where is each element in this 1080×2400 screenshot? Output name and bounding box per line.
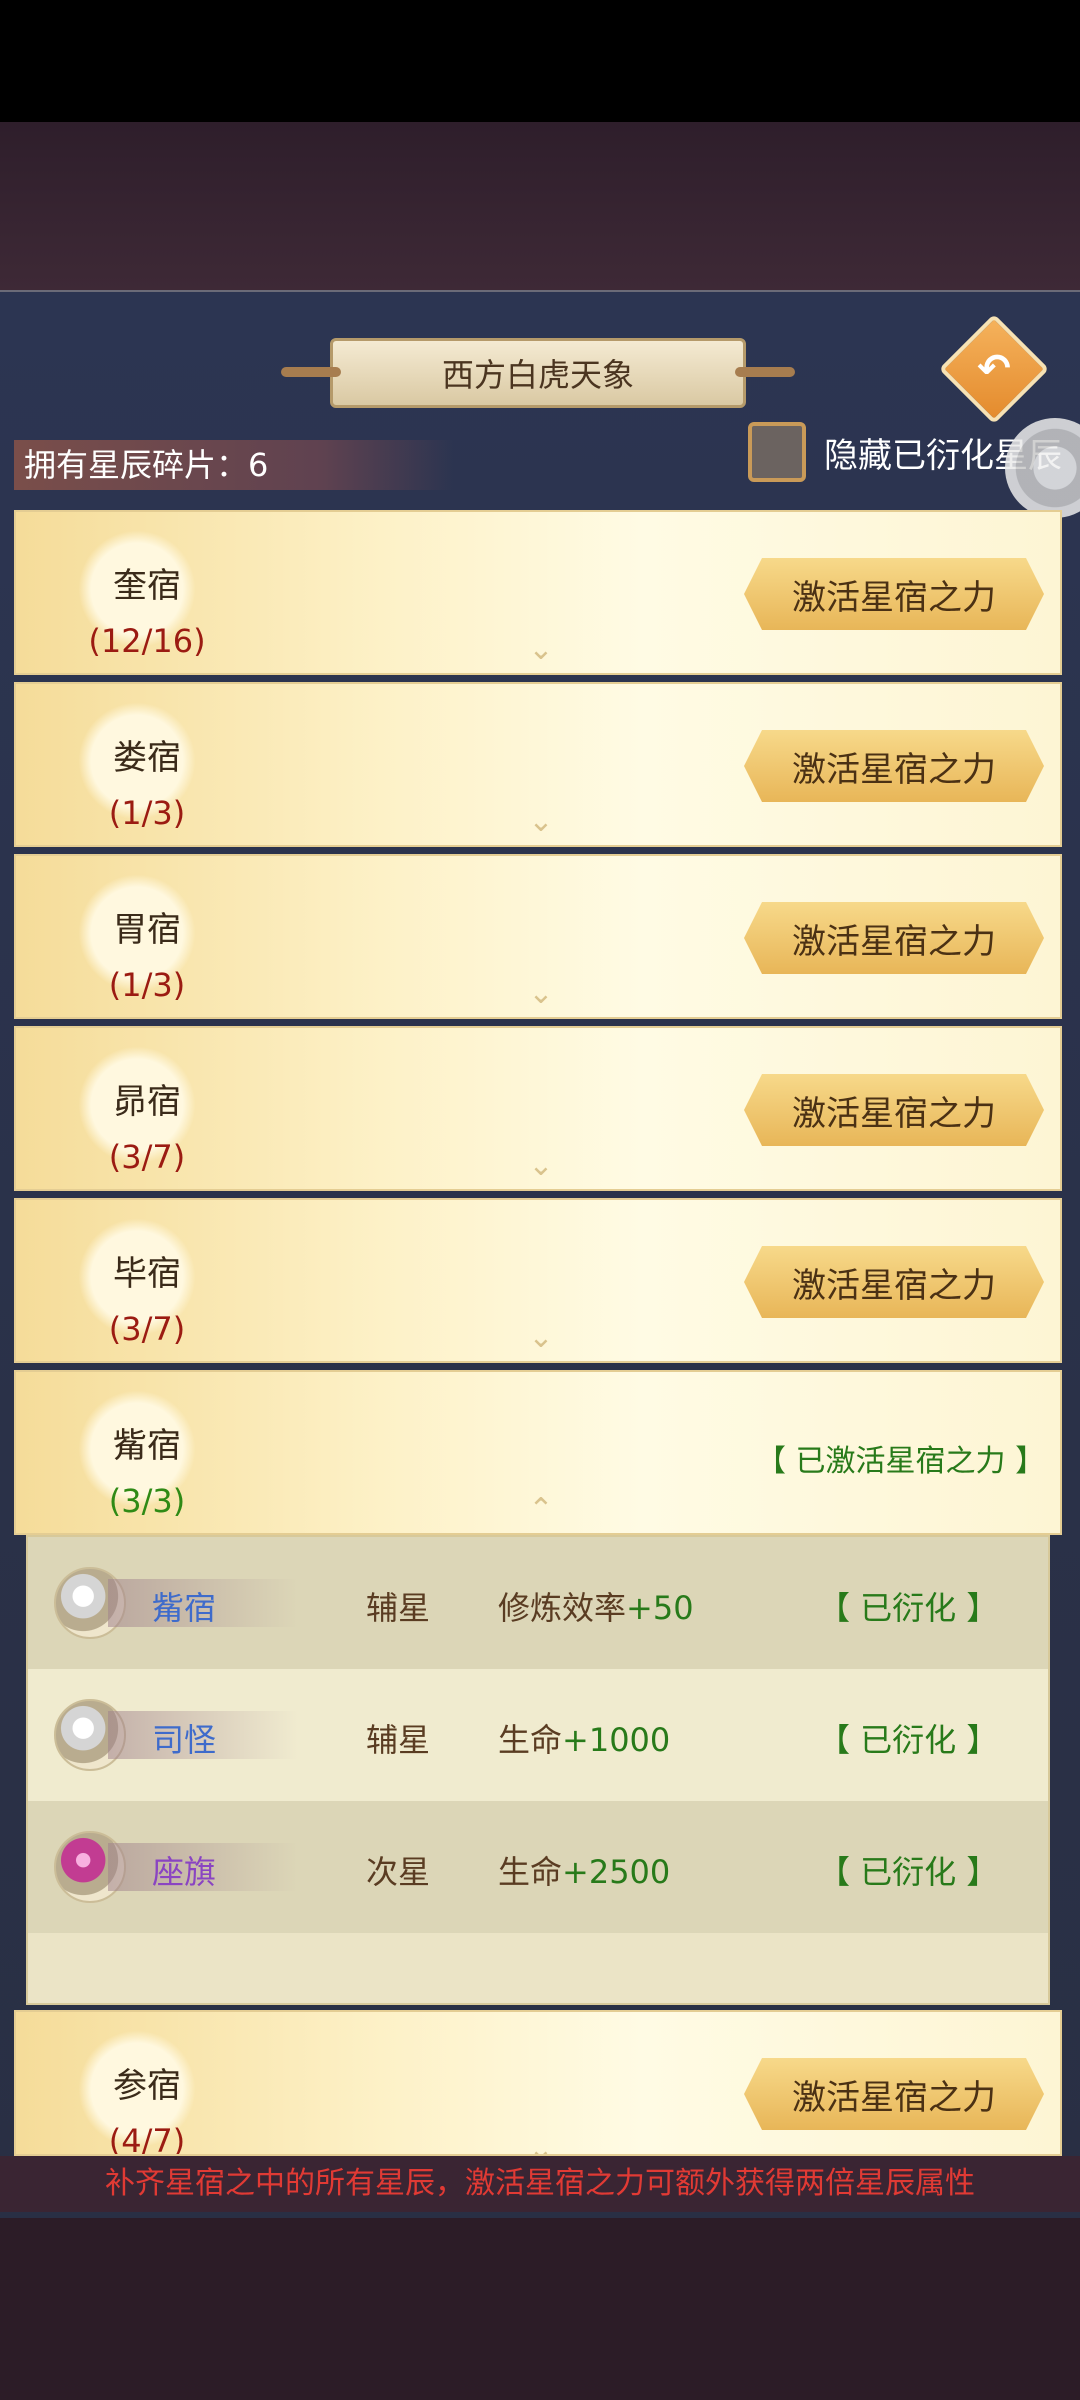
expand-chevron-icon[interactable]: ⌄: [521, 1320, 561, 1355]
star-status: 【 已衍化 】: [818, 1589, 999, 1627]
bottom-background: [0, 2218, 1080, 2400]
shard-count: 拥有星辰碎片：6: [14, 440, 454, 490]
star-name: 觜宿: [152, 1589, 217, 1627]
footer-hint: 补齐星宿之中的所有星辰，激活星宿之力可额外获得两倍星辰属性: [0, 2156, 1080, 2212]
mansion-row-wei[interactable]: 胃宿 (1/3) ⌄ 激活星宿之力: [14, 854, 1062, 1019]
mansion-name: 参宿: [113, 2066, 181, 2106]
mansion-name: 娄宿: [113, 738, 181, 778]
activate-power-button[interactable]: 激活星宿之力: [744, 902, 1044, 974]
activate-power-button[interactable]: 激活星宿之力: [744, 2058, 1044, 2130]
expand-chevron-icon[interactable]: ⌄: [521, 1148, 561, 1183]
star-effect: 修炼效率+50: [498, 1583, 694, 1629]
expand-chevron-icon[interactable]: ⌄: [521, 632, 561, 667]
mansion-row-shen[interactable]: 参宿 (4/7) ⌄ 激活星宿之力: [14, 2010, 1062, 2156]
mansion-row-lou[interactable]: 娄宿 (1/3) ⌄ 激活星宿之力: [14, 682, 1062, 847]
activate-power-button[interactable]: 激活星宿之力: [744, 1074, 1044, 1146]
activate-power-button[interactable]: 激活星宿之力: [744, 558, 1044, 630]
activate-power-button[interactable]: 激活星宿之力: [744, 1246, 1044, 1318]
mansion-row-zi[interactable]: 觜宿 (3/3) ⌃ 【 已激活星宿之力 】: [14, 1370, 1062, 1535]
mansion-progress: (3/7): [108, 1138, 186, 1176]
mansion-row-kui[interactable]: 奎宿 (12/16) ⌄ 激活星宿之力: [14, 510, 1062, 675]
mansion-row-mao[interactable]: 昴宿 (3/7) ⌄ 激活星宿之力: [14, 1026, 1062, 1191]
star-effect-value: +2500: [562, 1853, 671, 1891]
page-title-text: 西方白虎天象: [441, 356, 634, 394]
star-type: 辅星: [366, 1721, 431, 1759]
star-name: 司怪: [152, 1721, 217, 1759]
expand-chevron-icon[interactable]: ⌄: [521, 976, 561, 1011]
mansion-progress: (1/3): [108, 794, 186, 832]
star-effect: 生命+1000: [498, 1715, 670, 1761]
mansion-progress: (1/3): [108, 966, 186, 1004]
star-status: 【 已衍化 】: [818, 1721, 999, 1759]
star-name: 座旗: [152, 1853, 217, 1891]
star-effect-label: 生命: [498, 1853, 563, 1891]
star-type: 次星: [366, 1853, 431, 1891]
back-arrow-icon: ↶: [977, 346, 1011, 392]
page-title: 西方白虎天象: [281, 338, 795, 408]
activated-status: 【 已激活星宿之力 】: [756, 1444, 1046, 1479]
mansion-progress: (4/7): [108, 2122, 186, 2156]
activate-power-button[interactable]: 激活星宿之力: [744, 730, 1044, 802]
star-status: 【 已衍化 】: [818, 1853, 999, 1891]
mansion-name: 毕宿: [113, 1254, 181, 1294]
star-effect-label: 生命: [498, 1721, 563, 1759]
mansion-name: 觜宿: [113, 1426, 181, 1466]
expand-chevron-icon[interactable]: ⌄: [521, 804, 561, 839]
star-list: 觜宿 辅星 修炼效率+50 【 已衍化 】 司怪 辅星 生命+1000 【 已衍…: [26, 1535, 1050, 2005]
mansion-name: 胃宿: [113, 910, 181, 950]
mansion-progress: (3/3): [108, 1482, 186, 1520]
mansion-name: 昴宿: [113, 1082, 181, 1122]
hide-evolved-checkbox[interactable]: [748, 422, 806, 482]
star-effect: 生命+2500: [498, 1847, 670, 1893]
star-effect-label: 修炼效率: [498, 1589, 627, 1627]
star-effect-value: +1000: [562, 1721, 671, 1759]
star-effect-value: +50: [626, 1589, 694, 1627]
mansion-row-bi[interactable]: 毕宿 (3/7) ⌄ 激活星宿之力: [14, 1198, 1062, 1363]
collapse-chevron-icon[interactable]: ⌃: [521, 1492, 561, 1527]
expand-chevron-icon[interactable]: ⌄: [521, 2132, 561, 2154]
star-row: 司怪 辅星 生命+1000 【 已衍化 】: [28, 1669, 1048, 1801]
star-row: 座旗 次星 生命+2500 【 已衍化 】: [28, 1801, 1048, 1933]
mansion-name: 奎宿: [113, 566, 181, 606]
star-row: 觜宿 辅星 修炼效率+50 【 已衍化 】: [28, 1537, 1048, 1669]
mansion-progress: (12/16): [88, 622, 206, 660]
mansion-progress: (3/7): [108, 1310, 186, 1348]
star-type: 辅星: [366, 1589, 431, 1627]
